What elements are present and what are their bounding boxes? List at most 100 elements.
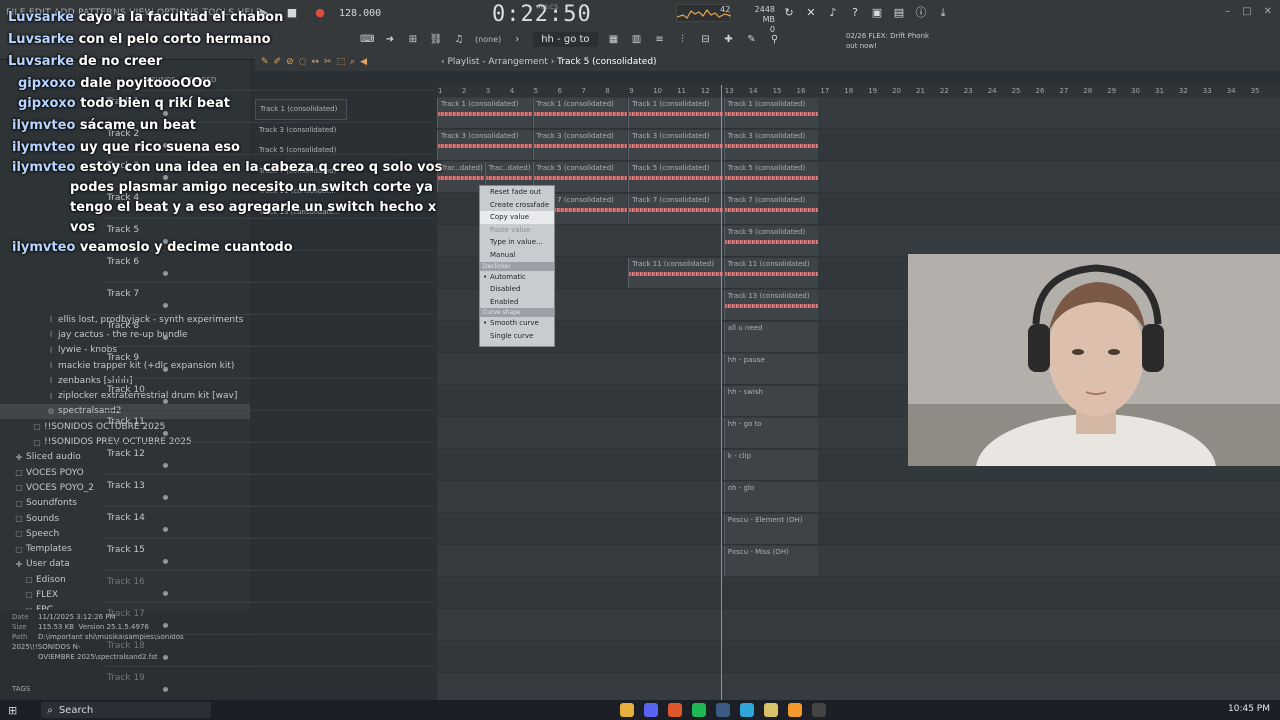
track-header[interactable]: Track 12 <box>105 442 435 474</box>
keyboard-icon[interactable]: ⌨ <box>360 33 374 47</box>
menu-create-crossfade[interactable]: Create crossfade <box>480 199 554 212</box>
render-icon[interactable]: ▤ <box>892 6 906 20</box>
playlist-clip[interactable]: oh - glo <box>723 482 819 512</box>
taskbar-search[interactable]: ⌕ Search <box>41 702 212 718</box>
track-enable-led[interactable] <box>163 655 168 660</box>
playlist-clip[interactable]: all u need <box>723 322 819 352</box>
menu-type-in-value[interactable]: Type in value... <box>480 236 554 249</box>
playlist-lane[interactable] <box>437 641 1280 673</box>
menu-single-curve[interactable]: Single curve <box>480 330 554 343</box>
draw-tool-icon[interactable]: ✎ <box>261 57 269 67</box>
track-header[interactable]: Track 14 <box>105 506 435 538</box>
paint-tool-icon[interactable]: ✐ <box>274 57 282 67</box>
edge-icon[interactable] <box>740 703 754 717</box>
track-header[interactable]: Track 8 <box>105 314 435 346</box>
playhead-marker[interactable] <box>721 85 722 700</box>
track-enable-led[interactable] <box>163 463 168 468</box>
file-explorer-icon[interactable] <box>620 703 634 717</box>
playlist-lane[interactable] <box>437 225 1280 257</box>
playlist-clip[interactable]: Track 1 (consolidated) <box>723 98 819 128</box>
track-enable-led[interactable] <box>163 527 168 532</box>
playlist-clip[interactable]: hh - pause <box>723 354 819 384</box>
menu-disabled[interactable]: Disabled <box>480 283 554 296</box>
track-enable-led[interactable] <box>163 271 168 276</box>
playlist-clip[interactable]: Pxscu - Element (OH) <box>723 514 819 544</box>
playlist-lane[interactable] <box>437 545 1280 577</box>
brave-icon[interactable] <box>668 703 682 717</box>
chevron-right-icon[interactable]: › <box>510 33 524 47</box>
timeline-ruler[interactable]: 1 2 3 4 5 6 7 8 9 10 11 12 13 14 15 16 17 18 19 20 21 22 23 24 2… <box>437 85 1280 97</box>
record-icon[interactable]: ● <box>311 4 329 22</box>
slip-tool-icon[interactable]: ↔ <box>312 57 320 67</box>
zoom-tool-icon[interactable]: ⌕ <box>350 57 355 67</box>
track-enable-led[interactable] <box>163 591 168 596</box>
discord-icon[interactable] <box>644 703 658 717</box>
plugin-icon[interactable]: ✚ <box>722 33 736 47</box>
channel-rack-icon[interactable]: ≡ <box>653 33 667 47</box>
track-enable-led[interactable] <box>163 367 168 372</box>
windows-start-icon[interactable]: ⊞ <box>8 704 17 717</box>
stop-icon[interactable]: ■ <box>283 4 301 22</box>
spotify-icon[interactable] <box>692 703 706 717</box>
export-icon[interactable]: ⤓ <box>936 6 950 20</box>
brush-icon[interactable]: ✎ <box>745 33 759 47</box>
track-header[interactable]: Track 7 <box>105 282 435 314</box>
menu-smooth-curve[interactable]: Smooth curve <box>480 317 554 330</box>
menu-reset-fade-out[interactable]: Reset fade out <box>480 186 554 199</box>
playlist-lane[interactable] <box>437 577 1280 609</box>
track-header[interactable]: Track 10 <box>105 378 435 410</box>
preset-selector[interactable]: hh - go to <box>533 32 598 47</box>
obs-icon[interactable] <box>812 703 826 717</box>
track-header[interactable]: Track 16 <box>105 570 435 602</box>
close-icon[interactable]: ✕ <box>1264 6 1272 17</box>
playlist-clip[interactable]: Pxscu - Miss (OH) <box>723 546 819 576</box>
playlist-clip[interactable]: Track 1 (consolidated) <box>532 98 628 128</box>
piano-roll-icon[interactable]: ▥ <box>630 33 644 47</box>
playlist-clip[interactable]: Track 3 (consolidated) <box>628 130 723 160</box>
info-icon[interactable]: ⓘ <box>914 6 928 20</box>
playlist-clip[interactable]: Track 1 (consolidated) <box>628 98 723 128</box>
playlist-clip[interactable]: Track 13 (consolidated) <box>723 290 819 320</box>
app-icon[interactable] <box>764 703 778 717</box>
playlist-clip[interactable]: Trac..dated) <box>437 162 484 192</box>
tempo-display[interactable]: 128.000 <box>339 8 381 19</box>
menu-paste-value[interactable]: Paste value <box>480 224 554 237</box>
track-enable-led[interactable] <box>163 687 168 692</box>
mute-tool-icon[interactable]: ◌ <box>299 57 307 67</box>
track-enable-led[interactable] <box>163 495 168 500</box>
track-enable-led[interactable] <box>163 335 168 340</box>
menu-manual[interactable]: Manual <box>480 249 554 262</box>
help-icon[interactable]: ? <box>848 6 862 20</box>
taskbar-clock[interactable]: 10:45 PM <box>1228 704 1270 714</box>
playlist-icon[interactable]: ▦ <box>607 33 621 47</box>
track-header[interactable]: Track 19 <box>105 666 435 698</box>
link-icon[interactable]: ⛓ <box>429 33 443 47</box>
fl-studio-icon[interactable] <box>788 703 802 717</box>
slice-tool-icon[interactable]: ✂ <box>324 57 332 67</box>
menu-enabled[interactable]: Enabled <box>480 296 554 309</box>
steam-icon[interactable] <box>716 703 730 717</box>
playback-tool-icon[interactable]: ◀ <box>360 57 367 67</box>
playlist-clip[interactable]: Track 9 (consolidated) <box>723 226 819 256</box>
track-enable-led[interactable] <box>163 399 168 404</box>
track-enable-led[interactable] <box>163 111 168 116</box>
menu-copy-value[interactable]: Copy value <box>480 211 554 224</box>
playlist-clip[interactable]: hh - go to <box>723 418 819 448</box>
playlist-clip[interactable]: Track 7 (consolidated) <box>723 194 819 224</box>
track-enable-led[interactable] <box>163 623 168 628</box>
track-header[interactable]: Track 15 <box>105 538 435 570</box>
stamp-icon[interactable]: ♫ <box>452 33 466 47</box>
playlist-clip[interactable]: hh - swish <box>723 386 819 416</box>
playlist-clip[interactable]: Track 7 (consolidated) <box>628 194 723 224</box>
playlist-clip[interactable]: Track 11 (consolidated) <box>628 258 723 288</box>
track-header[interactable]: Track 17 <box>105 602 435 634</box>
playlist-clip[interactable]: Track 5 (consolidated) <box>723 162 819 192</box>
playlist-lane[interactable] <box>437 481 1280 513</box>
minimize-icon[interactable]: – <box>1225 6 1230 17</box>
playlist-lane[interactable] <box>437 513 1280 545</box>
playlist-clip[interactable]: k - clip <box>723 450 819 480</box>
track-enable-led[interactable] <box>163 303 168 308</box>
browser-icon[interactable]: ⊟ <box>699 33 713 47</box>
maximize-icon[interactable]: □ <box>1242 6 1251 17</box>
track-enable-led[interactable] <box>163 431 168 436</box>
